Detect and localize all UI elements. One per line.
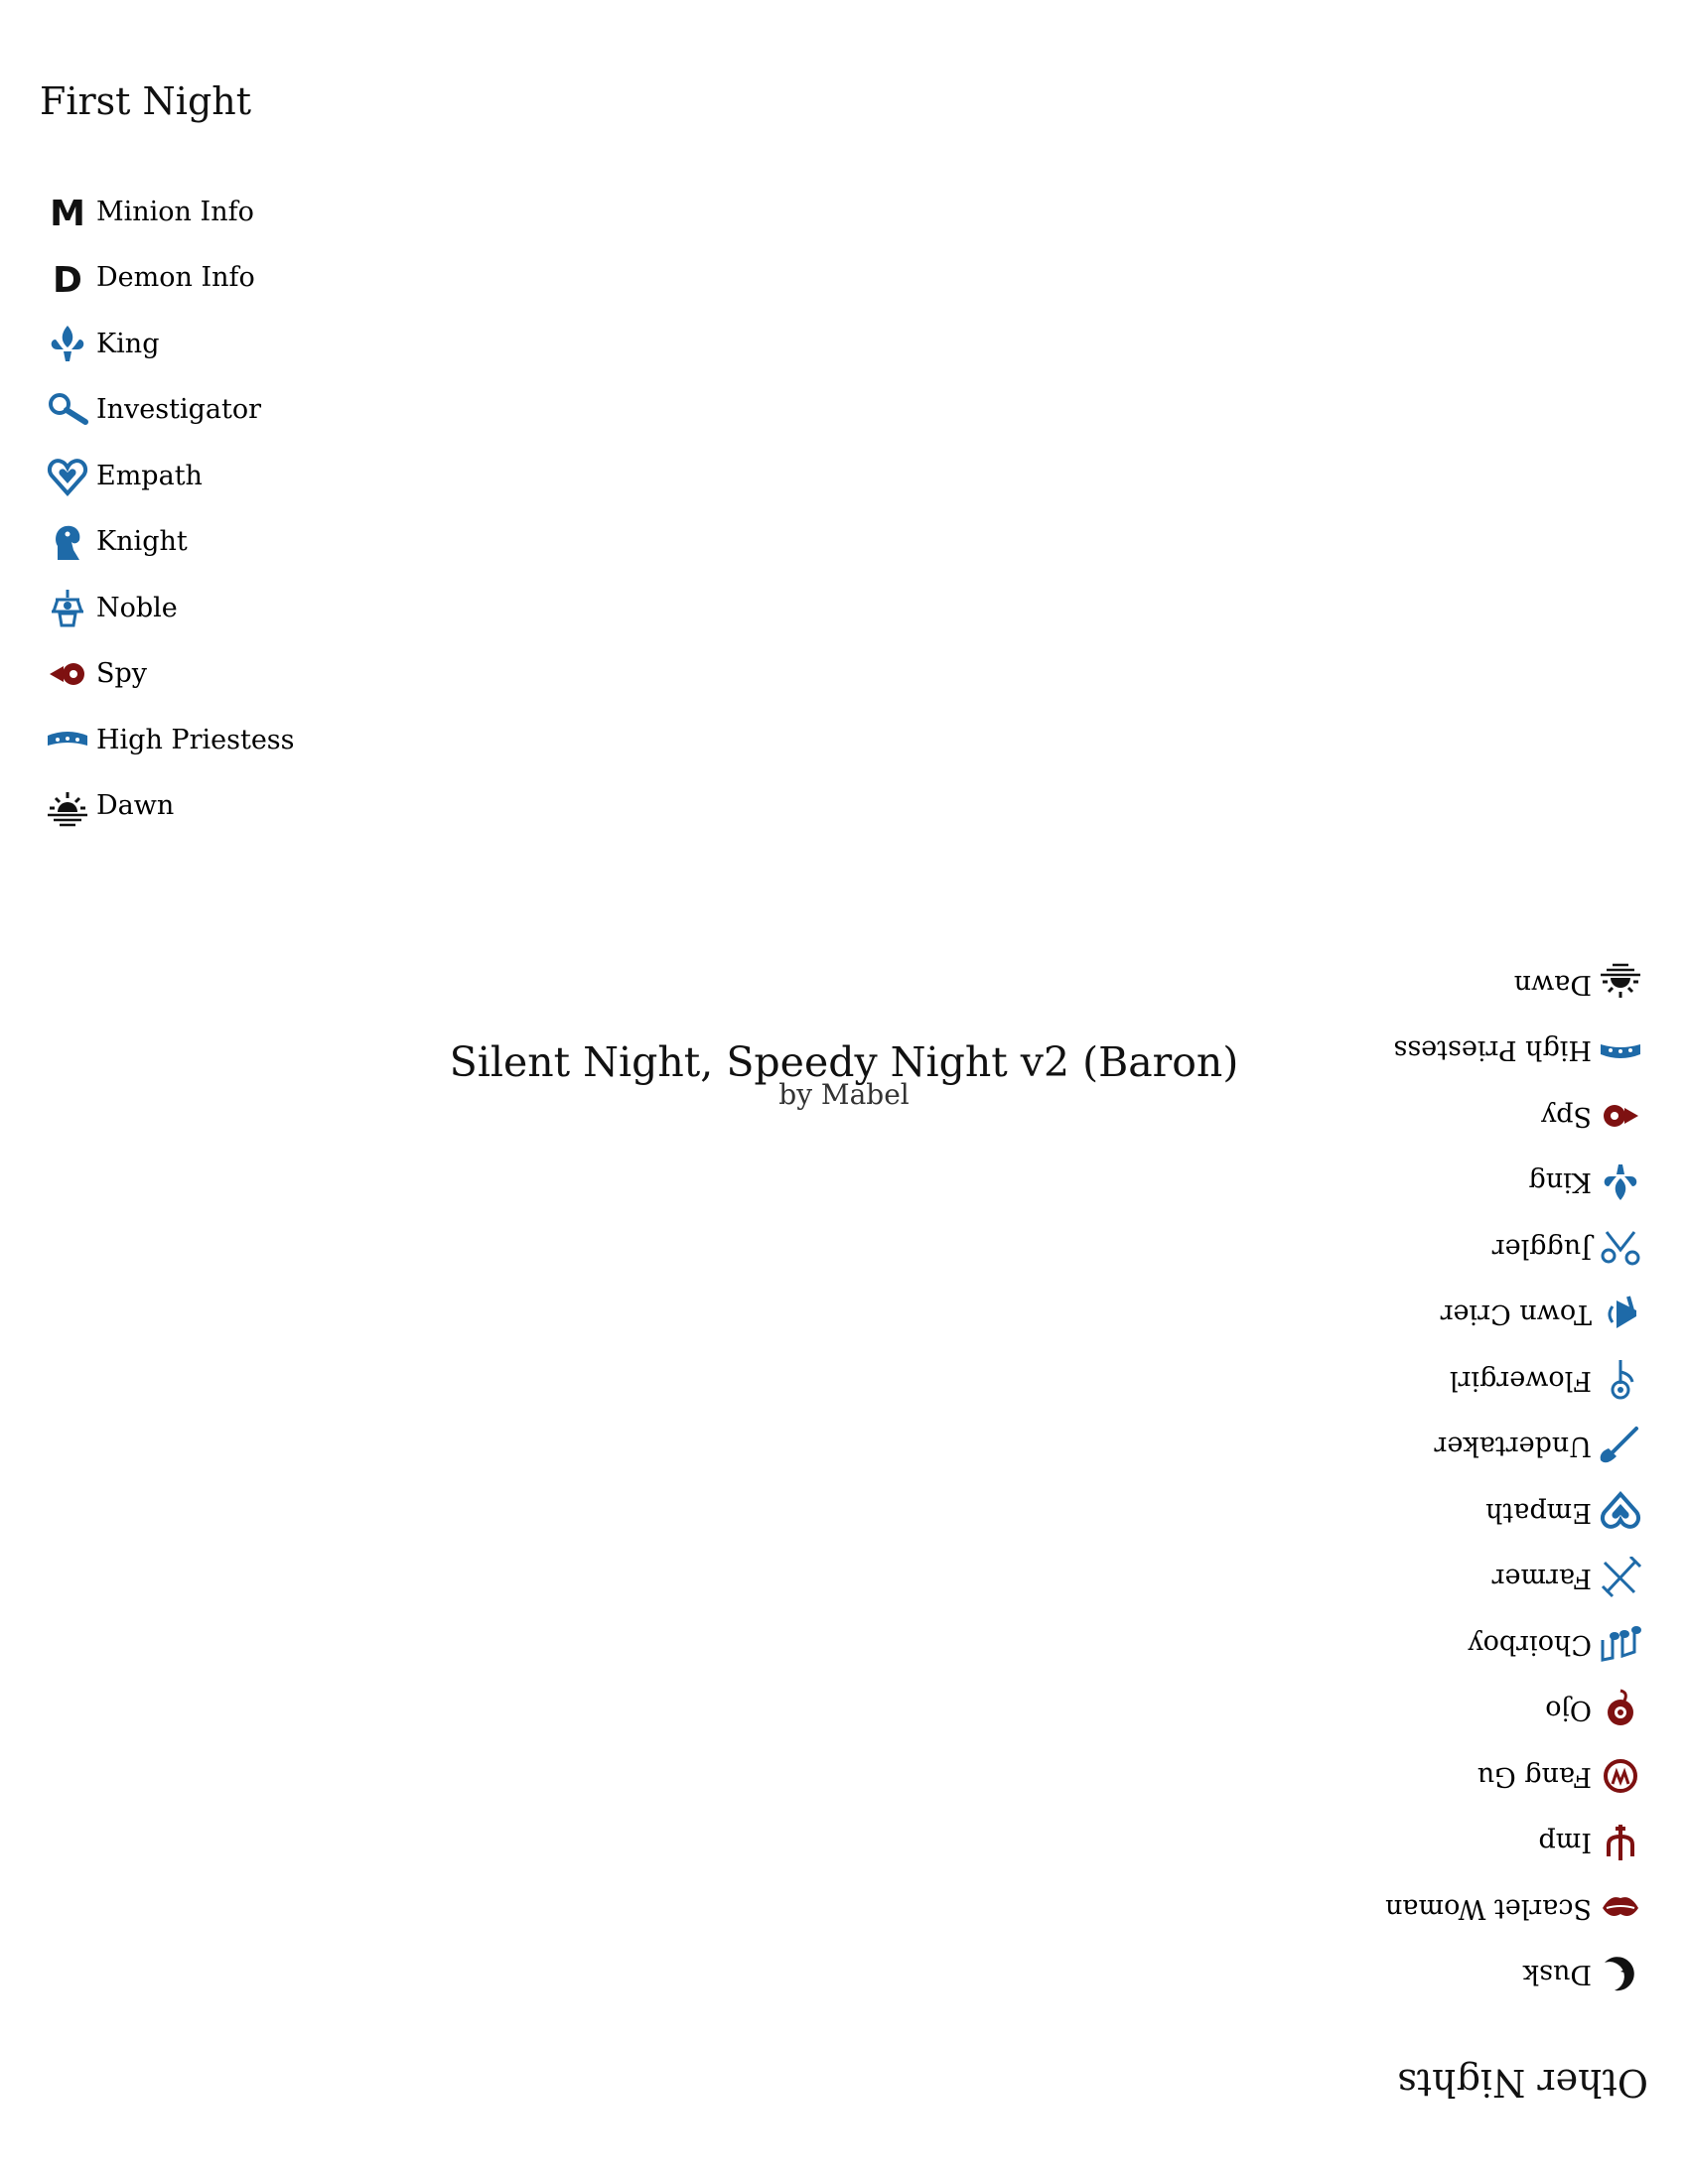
night-order-item: Empath xyxy=(45,443,295,509)
first-night-heading: First Night xyxy=(40,79,252,123)
town-crier-icon xyxy=(1598,1292,1643,1337)
night-order-label: Spy xyxy=(1540,1100,1592,1132)
night-order-label: Fang Gu xyxy=(1477,1760,1592,1792)
night-order-item: Choirboy xyxy=(1385,1611,1643,1678)
night-order-label: Undertaker xyxy=(1434,1431,1592,1462)
other-nights-heading: Other Nights xyxy=(1397,2061,1648,2105)
night-order-item: High Priestess xyxy=(1385,1018,1643,1084)
spy-icon xyxy=(45,651,90,697)
night-order-label: King xyxy=(96,328,160,359)
flowergirl-icon xyxy=(1598,1357,1643,1403)
night-order-label: Scarlet Woman xyxy=(1385,1892,1592,1924)
other-nights-block: Other Nights Dusk Scarlet Woman Imp Fang Gu… xyxy=(1385,943,1648,2105)
night-order-item: Spy xyxy=(1385,1083,1643,1150)
night-order-item: King xyxy=(1385,1150,1643,1216)
night-order-label: Ojo xyxy=(1545,1695,1592,1726)
night-order-item: Dawn xyxy=(45,773,295,840)
night-order-label: Empath xyxy=(96,460,203,491)
night-order-label: Dusk xyxy=(1522,1959,1592,1990)
night-order-item: Scarlet Woman xyxy=(1385,1875,1643,1942)
svg-text:D: D xyxy=(53,260,82,300)
high-priestess-icon xyxy=(1598,1027,1643,1073)
juggler-icon xyxy=(1598,1225,1643,1271)
king-icon xyxy=(45,321,90,366)
first-night-list: M Minion Info D Demon Info King Investigator E… xyxy=(45,179,295,839)
dawn-icon xyxy=(45,783,90,829)
night-order-label: Juggler xyxy=(1491,1232,1592,1264)
minion-info-icon: M xyxy=(45,189,90,234)
night-order-label: Demon Info xyxy=(96,262,255,294)
dawn-icon xyxy=(1598,961,1643,1007)
night-order-item: Noble xyxy=(45,575,295,641)
night-order-label: Farmer xyxy=(1491,1563,1592,1594)
night-order-label: Flowergirl xyxy=(1449,1364,1592,1396)
farmer-icon xyxy=(1598,1556,1643,1601)
night-order-label: Knight xyxy=(96,526,188,558)
night-order-item: Imp xyxy=(1385,1810,1643,1876)
night-order-label: Imp xyxy=(1538,1827,1592,1858)
night-order-item: Juggler xyxy=(1385,1215,1643,1282)
night-order-label: King xyxy=(1528,1166,1592,1198)
night-order-item: Spy xyxy=(45,641,295,708)
empath-icon xyxy=(45,453,90,498)
king-icon xyxy=(1598,1160,1643,1205)
night-order-label: Empath xyxy=(1485,1496,1592,1528)
dusk-icon xyxy=(1598,1952,1643,1997)
high-priestess-icon xyxy=(45,717,90,762)
other-nights-list: Dusk Scarlet Woman Imp Fang Gu Ojo Choirboy Fa… xyxy=(1385,951,1643,2007)
night-order-item: Farmer xyxy=(1385,1546,1643,1612)
title-block: Silent Night, Speedy Night v2 (Baron) by… xyxy=(298,1042,1390,1109)
night-order-item: Dusk xyxy=(1385,1942,1643,2008)
night-order-label: Dawn xyxy=(96,790,175,822)
choirboy-icon xyxy=(1598,1621,1643,1667)
investigator-icon xyxy=(45,387,90,433)
night-order-item: D Demon Info xyxy=(45,245,295,312)
night-order-item: High Priestess xyxy=(45,707,295,773)
night-order-item: Investigator xyxy=(45,377,295,444)
ojo-icon xyxy=(1598,1688,1643,1733)
night-order-label: Town Crier xyxy=(1440,1298,1592,1330)
night-order-label: Choirboy xyxy=(1468,1628,1592,1660)
night-order-item: King xyxy=(45,311,295,377)
night-order-label: High Priestess xyxy=(96,724,295,755)
night-order-label: Noble xyxy=(96,592,178,623)
night-order-item: Fang Gu xyxy=(1385,1743,1643,1810)
empath-icon xyxy=(1598,1489,1643,1535)
scarlet-woman-icon xyxy=(1598,1885,1643,1931)
demon-info-icon: D xyxy=(45,255,90,301)
night-order-item: Empath xyxy=(1385,1479,1643,1546)
night-order-label: High Priestess xyxy=(1393,1034,1592,1066)
script-title: Silent Night, Speedy Night v2 (Baron) xyxy=(449,1038,1239,1086)
night-order-item: Flowergirl xyxy=(1385,1347,1643,1414)
night-order-item: Undertaker xyxy=(1385,1414,1643,1480)
night-order-item: Knight xyxy=(45,509,295,576)
night-order-item: Ojo xyxy=(1385,1678,1643,1744)
spy-icon xyxy=(1598,1093,1643,1139)
imp-icon xyxy=(1598,1820,1643,1865)
svg-text:M: M xyxy=(50,194,85,233)
fang-gu-icon xyxy=(1598,1753,1643,1799)
undertaker-icon xyxy=(1598,1424,1643,1469)
night-order-item: Town Crier xyxy=(1385,1282,1643,1348)
knight-icon xyxy=(45,519,90,565)
night-order-label: Investigator xyxy=(96,394,262,426)
night-order-item: M Minion Info xyxy=(45,179,295,245)
night-order-item: Dawn xyxy=(1385,951,1643,1018)
noble-icon xyxy=(45,585,90,630)
night-order-label: Minion Info xyxy=(96,196,254,227)
night-order-label: Dawn xyxy=(1513,968,1592,1000)
night-order-label: Spy xyxy=(96,658,148,690)
